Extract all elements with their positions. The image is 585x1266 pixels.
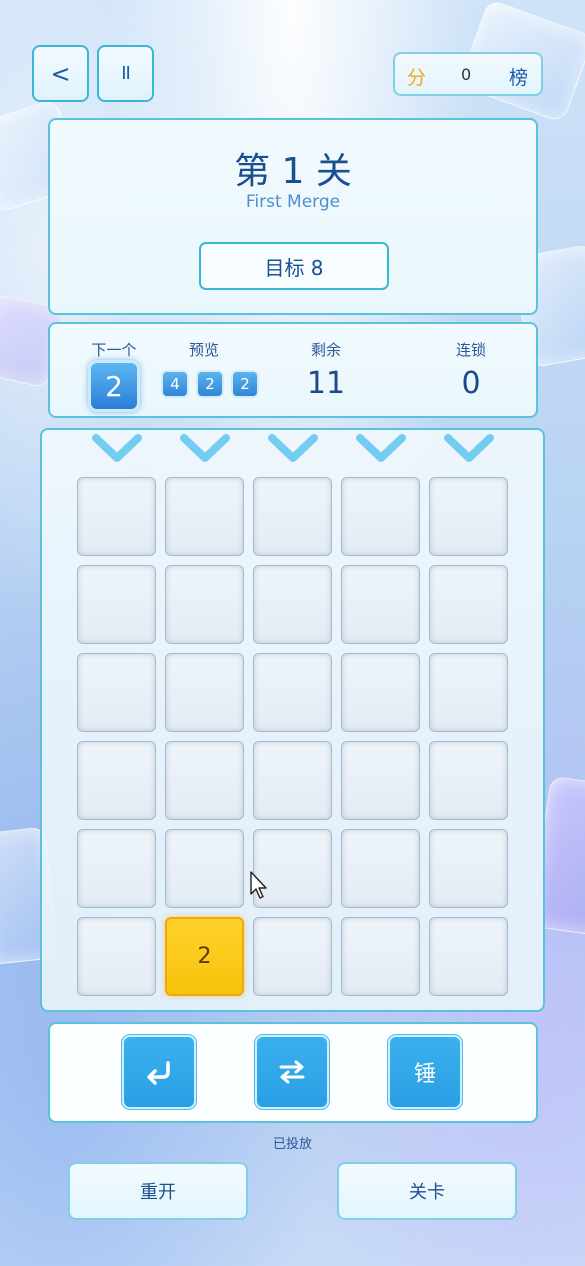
swap-button[interactable] (254, 1034, 330, 1110)
board-cell[interactable] (77, 829, 156, 908)
board-cell[interactable] (341, 565, 420, 644)
board-cell[interactable] (253, 653, 332, 732)
board-cell[interactable] (341, 653, 420, 732)
board-cell[interactable] (165, 477, 244, 556)
board-cell[interactable] (77, 565, 156, 644)
board-cell[interactable] (341, 741, 420, 820)
board-cell[interactable] (77, 477, 156, 556)
leaderboard-button[interactable]: 榜 (509, 63, 528, 90)
remaining-value: 11 (306, 366, 346, 401)
restart-button[interactable]: 重开 (68, 1162, 248, 1220)
pause-button[interactable]: II (97, 45, 154, 102)
tile-value: 2 (197, 944, 212, 969)
board-cell[interactable] (429, 477, 508, 556)
pause-icon: II (121, 63, 131, 84)
level-panel: 第 1 关 First Merge 目标 8 (48, 118, 538, 315)
preview-tile: 2 (231, 370, 259, 398)
board-cell[interactable] (165, 653, 244, 732)
board-cell[interactable] (253, 917, 332, 996)
chain-label: 连锁 (455, 341, 486, 359)
board-cell[interactable] (429, 565, 508, 644)
goal-text: 目标 8 (264, 255, 324, 280)
goal-badge: 目标 8 (199, 242, 389, 290)
drop-column-4-chevron-icon[interactable] (356, 432, 406, 466)
levels-label: 关卡 (409, 1182, 445, 1203)
board-cell[interactable] (429, 829, 508, 908)
preview-tile: 2 (196, 370, 224, 398)
board-cell[interactable] (341, 917, 420, 996)
hammer-button[interactable]: 锤 (387, 1034, 463, 1110)
drop-column-1-chevron-icon[interactable] (92, 432, 142, 466)
swap-arrows-icon (279, 1060, 305, 1084)
back-button[interactable]: < (32, 45, 89, 102)
drop-column-3-chevron-icon[interactable] (268, 432, 318, 466)
board-cell[interactable] (77, 741, 156, 820)
board-cell[interactable] (429, 653, 508, 732)
board-cell[interactable] (165, 829, 244, 908)
board-cell[interactable] (429, 917, 508, 996)
hammer-label: 锤 (413, 1062, 436, 1087)
board-cell[interactable] (165, 741, 244, 820)
board-cell[interactable] (77, 653, 156, 732)
undo-arrow-icon (147, 1061, 170, 1085)
score-value: 0 (461, 65, 472, 84)
status-text: 已投放 (272, 1137, 312, 1152)
remaining-label: 剩余 (310, 341, 341, 359)
drop-column-2-chevron-icon[interactable] (180, 432, 230, 466)
number-tile[interactable]: 2 (165, 917, 244, 996)
board-cell[interactable] (165, 565, 244, 644)
board-cell[interactable] (429, 741, 508, 820)
drop-column-5-chevron-icon[interactable] (444, 432, 494, 466)
score-label: 分 (407, 67, 427, 89)
level-subtitle: First Merge (245, 192, 341, 212)
chain-value: 0 (461, 366, 481, 401)
undo-button[interactable] (121, 1034, 197, 1110)
next-tile: 2 (88, 360, 140, 412)
board-cell[interactable] (253, 565, 332, 644)
preview-tile: 4 (161, 370, 189, 398)
score-display: 分 0 榜 (393, 52, 543, 96)
next-tile-value: 2 (105, 369, 123, 403)
preview-label: 预览 (188, 341, 219, 359)
board-cell[interactable] (253, 741, 332, 820)
board-cell[interactable] (77, 917, 156, 996)
board-cell[interactable] (341, 477, 420, 556)
board-cell[interactable] (341, 829, 420, 908)
back-icon: < (50, 59, 71, 88)
restart-label: 重开 (140, 1182, 176, 1203)
level-title: 第 1 关 (234, 151, 352, 192)
levels-button[interactable]: 关卡 (337, 1162, 517, 1220)
mouse-cursor-icon (250, 871, 267, 899)
next-label: 下一个 (91, 341, 137, 359)
board-cell[interactable] (253, 477, 332, 556)
